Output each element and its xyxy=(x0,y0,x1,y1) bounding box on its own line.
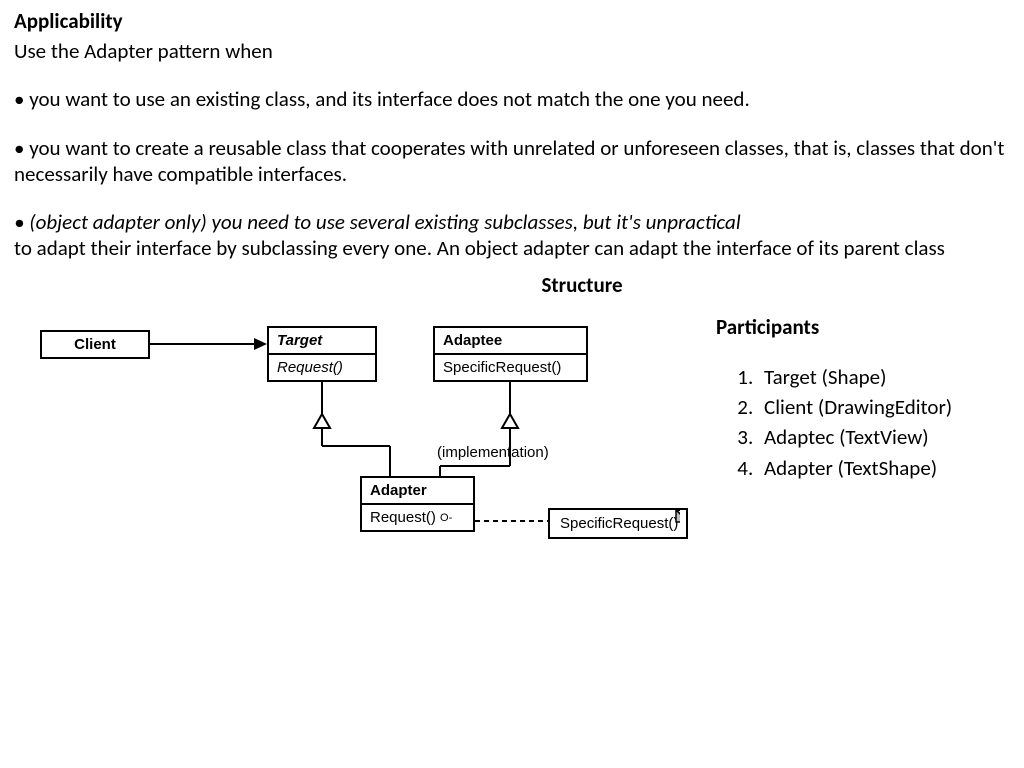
participant-item: Client (DrawingEditor) xyxy=(758,392,1010,422)
page: Applicability Use the Adapter pattern wh… xyxy=(0,0,1024,768)
implementation-label: (implementation) xyxy=(437,444,549,461)
adapter-box: Adapter Request() O- xyxy=(360,476,475,532)
adapter-label: Adapter xyxy=(362,478,473,503)
target-method: Request() xyxy=(269,353,375,380)
client-box: Client xyxy=(40,330,150,359)
note-box: SpecificRequest() xyxy=(548,508,688,539)
participants-column: Participants Target (Shape) Client (Draw… xyxy=(680,310,1010,576)
diagram-column: Client Target Request() Adaptee Specific… xyxy=(14,310,680,576)
bullet-2: • you want to create a reusable class th… xyxy=(14,135,1010,188)
note-text: SpecificRequest() xyxy=(560,515,678,532)
structure-heading: Structure xyxy=(154,272,1010,298)
target-label: Target xyxy=(269,328,375,353)
adapter-method: Request() O- xyxy=(362,503,473,530)
bullet-3: • (object adapter only) you need to use … xyxy=(14,209,1010,262)
adaptee-method: SpecificRequest() xyxy=(435,353,586,380)
adaptee-label: Adaptee xyxy=(435,328,586,353)
participant-item: Target (Shape) xyxy=(758,362,1010,392)
participant-item: Adapter (TextShape) xyxy=(758,453,1010,483)
adaptee-box: Adaptee SpecificRequest() xyxy=(433,326,588,382)
applicability-heading: Applicability xyxy=(14,8,1010,34)
applicability-intro: Use the Adapter pattern when xyxy=(14,38,1010,64)
lower-area: Client Target Request() Adaptee Specific… xyxy=(14,310,1010,576)
bullet-3-italic: • (object adapter only) you need to use … xyxy=(14,209,741,235)
participants-heading: Participants xyxy=(716,314,1010,340)
participants-list: Target (Shape) Client (DrawingEditor) Ad… xyxy=(716,362,1010,484)
participant-item: Adaptec (TextView) xyxy=(758,422,1010,452)
bullet-3-rest: to adapt their interface by subclassing … xyxy=(14,235,945,261)
uml-diagram: Client Target Request() Adaptee Specific… xyxy=(40,316,680,576)
target-box: Target Request() xyxy=(267,326,377,382)
client-label: Client xyxy=(42,332,148,357)
bullet-1: • you want to use an existing class, and… xyxy=(14,86,1010,112)
